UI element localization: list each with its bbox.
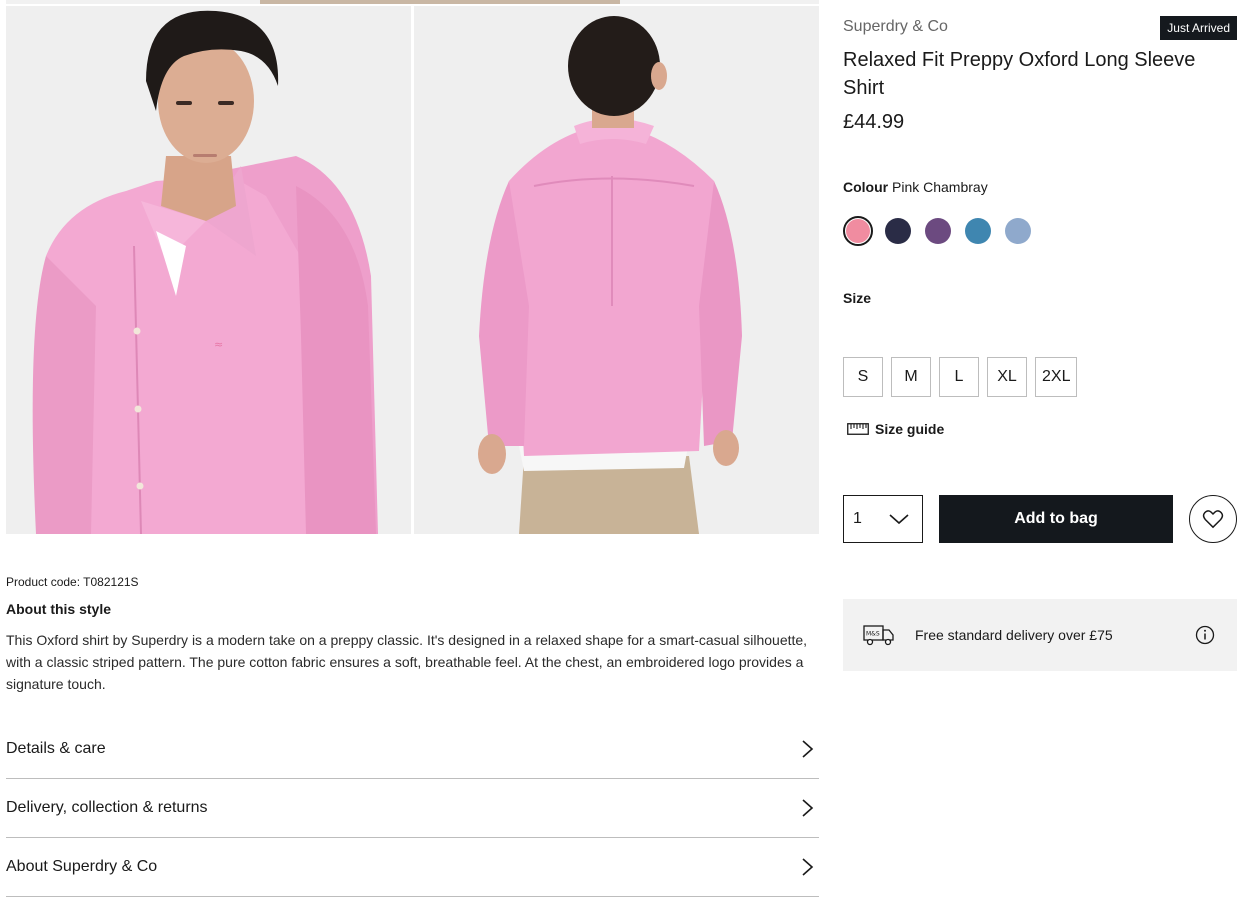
delivery-van-icon: M&S — [863, 625, 894, 646]
product-image-front[interactable]: ≈ — [6, 6, 411, 534]
quantity-select[interactable]: 1 — [843, 495, 923, 543]
accordion-details-care[interactable]: Details & care — [6, 720, 819, 779]
chevron-right-icon — [802, 740, 814, 758]
size-button-2xl[interactable]: 2XL — [1035, 357, 1078, 397]
back-photo-illustration — [414, 6, 819, 534]
accordion-delivery-returns[interactable]: Delivery, collection & returns — [6, 779, 819, 838]
add-to-bag-button[interactable]: Add to bag — [939, 495, 1173, 543]
colour-swatch-light-blue[interactable] — [1003, 216, 1033, 246]
brand-name[interactable]: Superdry & Co — [843, 18, 948, 36]
colour-swatches — [843, 216, 1033, 246]
info-accordion: Details & care Delivery, collection & re… — [6, 720, 819, 897]
colour-key: Colour — [843, 179, 889, 195]
colour-swatch-pink[interactable] — [843, 216, 873, 246]
swatch-dot — [885, 218, 911, 244]
product-image-back[interactable] — [414, 6, 819, 534]
product-code: Product code: T082121S — [6, 575, 139, 589]
van-logo-text: M&S — [866, 631, 880, 638]
swatch-dot — [1005, 218, 1031, 244]
front-photo-illustration: ≈ — [6, 6, 411, 534]
size-label: Size — [843, 290, 872, 306]
about-heading: About this style — [6, 601, 112, 617]
product-gallery: ≈ — [6, 6, 819, 534]
colour-label: Colour Pink Chambray — [843, 179, 988, 195]
just-arrived-badge: Just Arrived — [1160, 16, 1237, 40]
previous-image-strip — [6, 0, 819, 4]
chevron-down-icon — [889, 514, 909, 525]
size-button-m[interactable]: M — [891, 357, 931, 397]
chevron-right-icon — [802, 858, 814, 876]
size-guide-label: Size guide — [875, 421, 945, 437]
colour-swatch-blue[interactable] — [963, 216, 993, 246]
swatch-dot — [925, 218, 951, 244]
product-page: ≈ Product code: T082121S About this styl… — [0, 0, 1239, 900]
ruler-icon — [847, 423, 869, 435]
product-title: Relaxed Fit Preppy Oxford Long Sleeve Sh… — [843, 49, 1196, 99]
swatch-dot — [965, 218, 991, 244]
accordion-label: About Superdry & Co — [6, 858, 158, 875]
accordion-label: Details & care — [6, 740, 106, 757]
size-button-s[interactable]: S — [843, 357, 883, 397]
swatch-dot — [846, 219, 870, 243]
wishlist-button[interactable] — [1189, 495, 1237, 543]
chevron-right-icon — [802, 799, 814, 817]
svg-text:≈: ≈ — [214, 338, 223, 351]
heart-icon — [1202, 510, 1224, 529]
product-price: £44.99 — [843, 111, 905, 133]
accordion-about-brand[interactable]: About Superdry & Co — [6, 838, 819, 897]
info-icon[interactable] — [1195, 625, 1215, 645]
delivery-banner: M&S Free standard delivery over £75 — [843, 599, 1237, 671]
colour-swatch-navy[interactable] — [883, 216, 913, 246]
size-button-xl[interactable]: XL — [987, 357, 1027, 397]
about-text: This Oxford shirt by Superdry is a moder… — [6, 632, 808, 692]
size-guide-link[interactable]: Size guide — [847, 421, 944, 437]
colour-swatch-purple[interactable] — [923, 216, 953, 246]
quantity-value: 1 — [853, 510, 862, 527]
colour-value: Pink Chambray — [892, 179, 988, 195]
size-button-l[interactable]: L — [939, 357, 979, 397]
size-options: S M L XL 2XL — [843, 357, 1078, 397]
accordion-label: Delivery, collection & returns — [6, 799, 208, 816]
delivery-text: Free standard delivery over £75 — [915, 627, 1113, 643]
product-info-panel: Superdry & Co Just Arrived Relaxed Fit P… — [843, 0, 1237, 900]
